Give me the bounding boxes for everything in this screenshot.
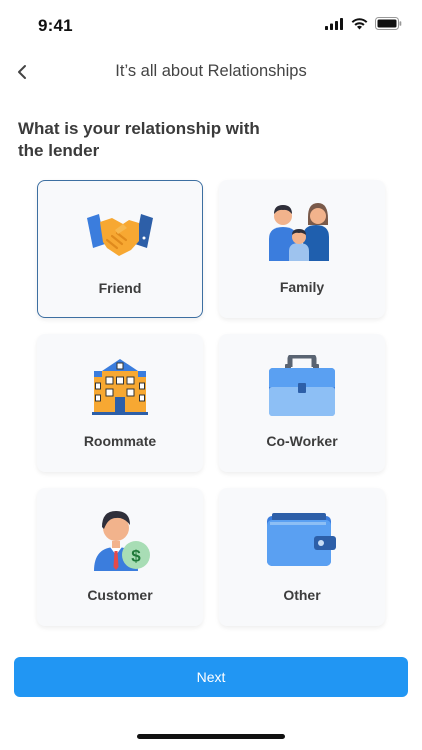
status-bar: 9:41 [0,0,422,52]
option-family[interactable]: Family [219,180,385,318]
option-label: Roommate [83,433,157,449]
option-friend[interactable]: Friend [37,180,203,318]
briefcase-icon [269,355,335,416]
status-icons [325,17,402,30]
option-label: Other [283,587,321,603]
wifi-icon [351,17,368,29]
option-label: Customer [87,587,153,603]
option-label: Friend [98,280,142,296]
question-heading: What is your relationship with the lende… [18,119,260,160]
option-coworker[interactable]: Co-Worker [219,334,385,472]
status-time: 9:41 [38,16,73,35]
customer-dollar-icon: $ [94,511,150,571]
option-other[interactable]: Other [219,488,385,626]
option-roommate[interactable]: Roommate [37,334,203,472]
option-customer[interactable]: $ Customer [37,488,203,626]
handshake-icon [87,214,153,256]
home-indicator [137,734,285,739]
family-icon [269,203,329,261]
cellular-signal-icon [325,17,343,30]
battery-icon [375,17,402,30]
house-icon [92,359,148,415]
navigation-bar: It’s all about Relationships [0,52,422,94]
option-label: Co-Worker [266,433,338,449]
option-label: Family [279,279,325,295]
svg-text:$: $ [131,547,141,566]
page-title: It’s all about Relationships [115,62,307,80]
wallet-icon [267,513,336,566]
next-button[interactable]: Next [14,657,408,697]
